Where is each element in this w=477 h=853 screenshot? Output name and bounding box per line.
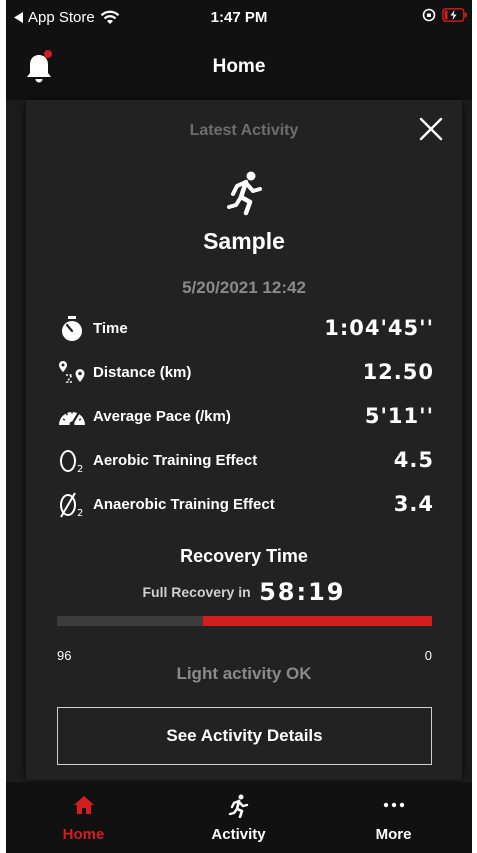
metric-label: Aerobic Training Effect <box>93 452 258 469</box>
svg-text:2: 2 <box>77 464 83 474</box>
running-activity-icon <box>227 171 262 216</box>
latest-activity-card: Latest Activity Sample 5/20/2021 12:42 T… <box>26 100 462 780</box>
recovery-time: 58:19 <box>259 578 346 606</box>
clock: 1:47 PM <box>210 9 268 26</box>
speedometer-icon <box>59 411 85 427</box>
metric-label: Time <box>93 320 128 337</box>
see-activity-details-button[interactable]: See Activity Details <box>57 707 432 765</box>
tab-label: More <box>375 826 412 843</box>
recovery-label: Full Recovery in <box>142 584 251 600</box>
status-bar: App Store 1:47 PM <box>6 0 472 36</box>
metric-value: 4.5 <box>393 448 434 472</box>
metric-value: 3.4 <box>393 492 434 516</box>
stopwatch-icon <box>62 316 82 341</box>
tab-icon-wrap <box>316 794 471 818</box>
o2-icon: 2 <box>60 450 83 474</box>
tab-home[interactable]: Home <box>6 782 161 853</box>
tab-icon-wrap <box>6 794 161 818</box>
distance-pins-icon <box>59 361 85 383</box>
metric-time: Time 1:04'45'' <box>58 314 434 344</box>
svg-text:2: 2 <box>77 508 83 518</box>
recovery-title: Recovery Time <box>180 546 308 566</box>
recovery-line: Full Recovery in 58:19 <box>26 578 462 606</box>
more-dots-icon <box>383 802 404 808</box>
activity-name: Sample <box>203 228 285 254</box>
recovery-progress-fill <box>203 616 432 626</box>
metric-label: Anaerobic Training Effect <box>93 496 275 513</box>
nav-header: Home <box>6 36 472 100</box>
close-button[interactable] <box>418 116 444 142</box>
card-title: Latest Activity <box>189 122 299 139</box>
activity-date: 5/20/2021 12:42 <box>182 278 306 297</box>
orientation-lock-icon <box>422 8 436 22</box>
runner-icon <box>228 794 248 818</box>
metric-value: 1:04'45'' <box>324 316 434 340</box>
metric-label: Average Pace (/km) <box>93 408 231 425</box>
house-icon <box>73 796 94 814</box>
tab-more[interactable]: More <box>316 782 471 853</box>
app-screen: App Store 1:47 PM Home Latest Activity S… <box>6 0 472 853</box>
o2-slash-icon: 2 <box>60 492 83 518</box>
metric-aerobic-te: 2 Aerobic Training Effect 4.5 <box>58 446 434 476</box>
metric-value: 12.50 <box>362 360 434 384</box>
recovery-bar-max: 96 <box>57 648 72 663</box>
close-icon <box>419 117 443 141</box>
battery-charging-icon <box>442 8 467 22</box>
page-title: Home <box>212 56 266 77</box>
metric-average-pace: Average Pace (/km) 5'11'' <box>58 402 434 432</box>
tab-icon-wrap <box>161 794 316 818</box>
recovery-progress-bar <box>57 616 432 626</box>
metric-value: 5'11'' <box>364 404 434 428</box>
tab-label: Home <box>62 826 105 843</box>
tab-activity[interactable]: Activity <box>161 782 316 853</box>
metric-distance: Distance (km) 12.50 <box>58 358 434 388</box>
recovery-bar-min: 0 <box>424 648 432 663</box>
recovery-status: Light activity OK <box>176 664 312 683</box>
tab-bar: Home Activity More <box>6 782 472 853</box>
tab-label: Activity <box>211 826 266 843</box>
metric-label: Distance (km) <box>93 364 192 381</box>
status-icons <box>422 8 468 22</box>
metric-anaerobic-te: 2 Anaerobic Training Effect 3.4 <box>58 490 434 520</box>
